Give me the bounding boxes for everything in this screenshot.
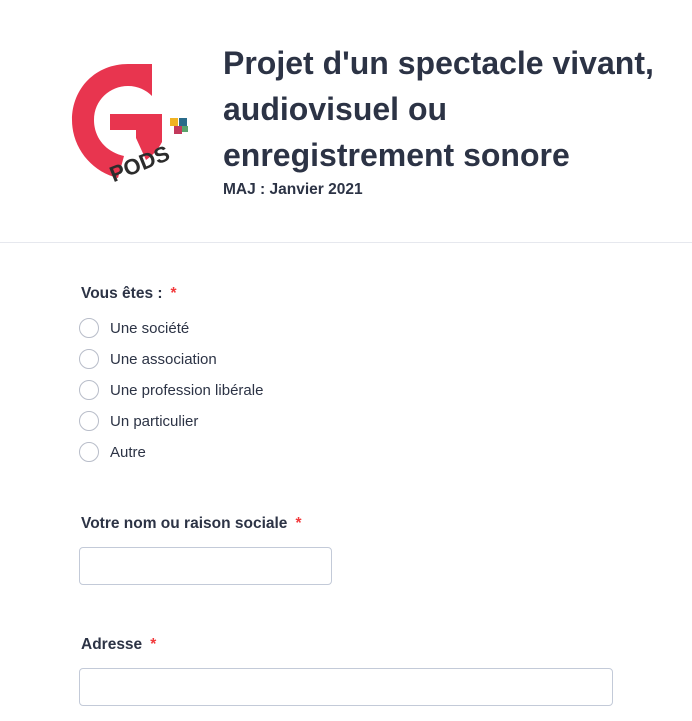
form-header: PODS Projet d'un spectacle vivant, audio… <box>0 0 692 243</box>
question-label-text: Vous êtes : <box>81 285 163 302</box>
radio-label: Une association <box>110 350 217 368</box>
radio-label: Une société <box>110 319 190 337</box>
radio-option-association[interactable]: Une association <box>79 348 217 370</box>
radio-button[interactable] <box>79 411 99 431</box>
radio-button[interactable] <box>79 318 99 338</box>
logo-text: PODS <box>106 140 173 184</box>
radio-option-particulier[interactable]: Un particulier <box>79 410 198 432</box>
radio-option-societe[interactable]: Une société <box>79 317 189 339</box>
radio-button[interactable] <box>79 442 99 462</box>
radio-option-autre[interactable]: Autre <box>79 441 146 463</box>
question-label-adresse: Adresse * <box>81 636 156 654</box>
radio-button[interactable] <box>79 380 99 400</box>
nom-raison-sociale-input[interactable] <box>79 547 332 585</box>
page-title: Projet d'un spectacle vivant, audiovisue… <box>223 45 654 173</box>
radio-label: Une profession libérale <box>110 381 264 399</box>
question-label-vous-etes: Vous êtes : * <box>81 285 177 303</box>
radio-label: Autre <box>110 443 146 461</box>
question-label-nom: Votre nom ou raison sociale * <box>81 515 301 533</box>
radio-button[interactable] <box>79 349 99 369</box>
gpods-logo: PODS <box>72 64 188 184</box>
question-label-text: Votre nom ou raison sociale <box>81 515 288 532</box>
adresse-input[interactable] <box>79 668 613 706</box>
required-mark: * <box>295 515 302 532</box>
radio-option-profession-liberale[interactable]: Une profession libérale <box>79 379 263 401</box>
required-mark: * <box>170 285 177 302</box>
question-label-text: Adresse <box>81 636 143 653</box>
page-subtitle: MAJ : Janvier 2021 <box>223 181 363 198</box>
required-mark: * <box>150 636 157 653</box>
radio-label: Un particulier <box>110 412 199 430</box>
